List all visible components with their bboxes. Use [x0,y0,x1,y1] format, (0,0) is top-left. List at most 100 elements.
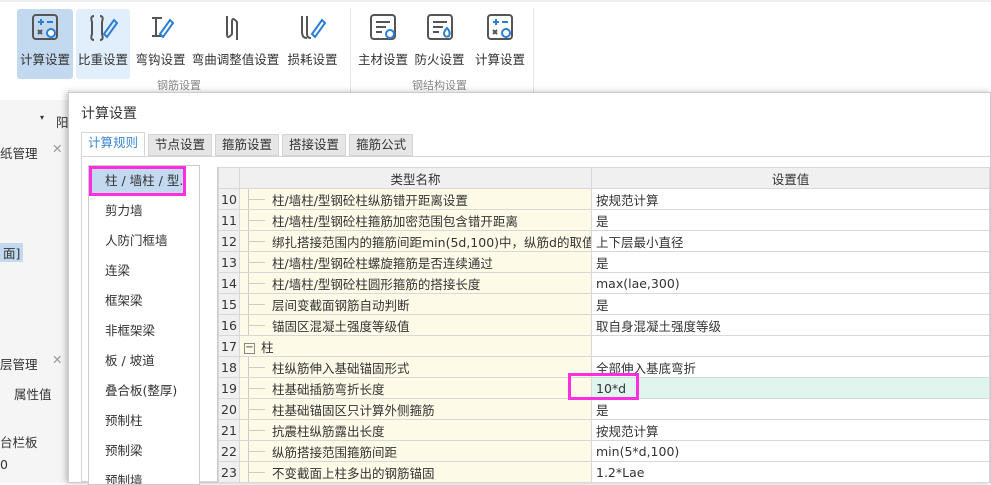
toolbar-button-3[interactable]: 弯曲调整值设置 [191,9,280,79]
col-no [218,167,240,189]
toolbar-button-label: 比重设置 [77,52,128,67]
setting-name: 抗震柱纵筋露出长度 [239,419,592,441]
collapse-icon[interactable]: − [244,342,255,354]
table-row[interactable]: 11 柱/墙柱/型钢砼柱箍筋加密范围包含错开距离是 [218,209,990,231]
row-number: 13 [218,251,240,273]
category-item[interactable]: 框架梁 [89,286,199,316]
dropdown-arrow-icon[interactable]: ▾ [40,113,44,122]
toolbar-button-label: 防火设置 [414,52,465,67]
group-row-name[interactable]: − 柱 [239,335,592,357]
category-item[interactable]: 预制梁 [89,436,199,466]
row-number: 19 [218,377,240,399]
table-row[interactable]: 12 绑扎搭接范围内的箍筋间距min(5d,100)中，纵筋d的取值 上下层最小直径 [218,230,990,252]
left-panel: 阳 ▾ 纸管理 ✕ 面] 层管理 ✕ 属性值 台栏板 0 [0,100,70,483]
setting-value[interactable]: 按规范计算 [591,188,990,210]
toolbar-button-label: 弯曲调整值设置 [191,52,280,67]
category-item[interactable]: 预制墙 [89,466,199,484]
close-icon[interactable]: ✕ [52,141,62,156]
setting-name: 柱基础锚固区只计算外侧箍筋 [239,398,592,420]
close-icon[interactable]: ✕ [52,352,62,367]
setting-value[interactable]: max(lae,300) [591,272,990,294]
setting-value[interactable]: min(5*d,100) [591,440,990,462]
category-item[interactable]: 非框架梁 [89,316,199,346]
table-row[interactable]: 10 柱/墙柱/型钢砼柱纵筋错开距离设置 按规范计算 [218,188,990,210]
bend-icon [225,16,238,40]
category-list[interactable]: 柱 / 墙柱 / 型.. 剪力墙 人防门框墙 连梁 框架梁 非框架梁板 / 坡道 叠合板(整… [88,165,200,485]
prop-value-header: 属性值 [14,387,52,402]
hook-edit-icon [151,17,174,39]
group-divider [350,8,351,98]
setting-value[interactable]: 按规范计算 [591,419,990,441]
toolbar-button-label: 计算设置 [474,52,525,67]
calc-settings-dialog: 计算设置 计算规则 节点设置 箍筋设置 搭接设置 箍筋公式 柱 / 墙柱 / 型.. 剪力… [68,92,991,485]
category-item[interactable]: 预制柱 [89,406,199,436]
category-item[interactable]: 人防门框墙 [89,226,199,256]
table-row[interactable]: 17− 柱 [218,335,990,357]
table-row[interactable]: 13 柱/墙柱/型钢砼柱螺旋箍筋是否连续通过是 [218,251,990,273]
row-number: 23 [218,461,240,483]
setting-name: 层间变截面钢筋自动判断 [239,293,592,315]
toolbar-button-4[interactable]: 损耗设置 [285,9,340,79]
material-settings-icon [370,14,396,40]
setting-value[interactable]: 取自身混凝土强度等级 [591,314,990,336]
toolbar-button-1[interactable]: 比重设置 [76,9,130,79]
table-row[interactable]: 20 柱基础锚固区只计算外侧箍筋是 [218,398,990,420]
col-value: 设置值 [591,167,990,189]
setting-name: 柱/墙柱/型钢砼柱圆形箍筋的搭接长度 [239,272,592,294]
setting-value[interactable]: 上下层最小直径 [591,230,990,252]
table-row[interactable]: 22 纵筋搭接范围箍筋间距 min(5*d,100) [218,440,990,462]
setting-value[interactable] [591,335,990,357]
prop-row: 台栏板 [0,435,38,450]
group-name: 柱 [261,339,274,355]
floor-mgmt-title: 层管理 [0,357,38,372]
setting-name: 柱/墙柱/型钢砼柱螺旋箍筋是否连续通过 [239,251,592,273]
row-number: 20 [218,398,240,420]
setting-value[interactable]: 是 [591,398,990,420]
left-panel-field[interactable]: 阳 [56,112,69,131]
tab-4[interactable]: 箍筋公式 [349,134,414,156]
tab-1[interactable]: 节点设置 [148,134,213,156]
toolbar-button-0[interactable]: 计算设置 [17,9,73,79]
table-row[interactable]: 14 柱/墙柱/型钢砼柱圆形箍筋的搭接长度 max(lae,300) [218,272,990,294]
toolbar-button-5[interactable]: 主材设置 [356,9,410,79]
row-number: 16 [218,314,240,336]
setting-name: 绑扎搭接范围内的箍筋间距min(5d,100)中，纵筋d的取值 [239,230,592,252]
settings-grid: 类型名称 设置值 10 柱/墙柱/型钢砼柱纵筋错开距离设置 按规范计算 11 柱/墙柱/型… [217,167,990,483]
row-number: 12 [218,230,240,252]
row-number: 22 [218,440,240,462]
tab-2[interactable]: 箍筋设置 [215,134,280,156]
tab-3[interactable]: 搭接设置 [282,134,347,156]
category-item[interactable]: 柱 / 墙柱 / 型.. [89,166,187,196]
tab-0[interactable]: 计算规则 [81,132,146,156]
category-item[interactable]: 板 / 坡道 [89,346,199,376]
table-row[interactable]: 15 层间变截面钢筋自动判断是 [218,293,990,315]
setting-value[interactable]: 全部伸入基底弯折 [591,356,990,378]
table-row[interactable]: 23 不变截面上柱多出的钢筋锚固 1.2*Lae [218,461,990,483]
toolbar-button-7[interactable]: 计算设置 [472,9,528,79]
toolbar-button-6[interactable]: 防火设置 [413,9,466,79]
category-item[interactable]: 连梁 [89,256,199,286]
setting-value[interactable]: 是 [591,209,990,231]
selected-tag[interactable]: 面] [0,243,24,262]
setting-name: 柱/墙柱/型钢砼柱箍筋加密范围包含错开距离 [239,209,592,231]
group-divider [533,8,534,98]
group-label-rebar: 钢筋设置 [157,79,201,92]
loss-edit-icon [300,16,326,39]
category-item[interactable]: 剪力墙 [89,196,199,226]
toolbar-button-2[interactable]: 弯钩设置 [133,9,188,79]
category-item[interactable]: 叠合板(整厚) [89,376,199,406]
toolbar-button-label: 弯钩设置 [135,52,186,67]
table-row[interactable]: 16 锚固区混凝土强度等级值 取自身混凝土强度等级 [218,314,990,336]
setting-value[interactable]: 10*d [591,377,990,399]
group-label-steel: 钢结构设置 [412,79,467,92]
table-row[interactable]: 21 抗震柱纵筋露出长度 按规范计算 [218,419,990,441]
setting-name: 不变截面上柱多出的钢筋锚固 [239,461,592,483]
setting-value[interactable]: 是 [591,293,990,315]
setting-name: 柱基础插筋弯折长度 [239,377,592,399]
toolbar-button-label: 损耗设置 [287,52,338,67]
setting-value[interactable]: 1.2*Lae [591,461,990,483]
setting-value[interactable]: 是 [591,251,990,273]
toolbar-button-label: 主材设置 [357,52,408,67]
prop-row: 0 [0,457,8,472]
calc-settings-icon [32,14,58,40]
